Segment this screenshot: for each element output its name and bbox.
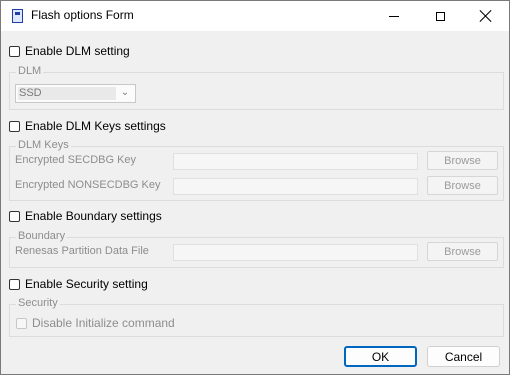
enable-boundary-label: Enable Boundary settings	[25, 209, 162, 223]
nonsecdbg-browse-button[interactable]: Browse	[427, 176, 498, 195]
disable-init-checkbox[interactable]	[16, 317, 27, 329]
enable-dlm-keys-label: Enable DLM Keys settings	[25, 119, 166, 133]
enable-dlm-label: Enable DLM setting	[25, 44, 130, 58]
secdbg-key-label: Encrypted SECDBG Key	[15, 154, 137, 166]
disable-init-label: Disable Initialize command	[32, 316, 175, 330]
chevron-down-icon: ⌄	[120, 87, 130, 98]
dlm-group-title: DLM	[16, 65, 44, 77]
nonsecdbg-key-input[interactable]	[173, 178, 418, 195]
enable-security-checkbox-row[interactable]: Enable Security setting	[9, 277, 148, 291]
cancel-button[interactable]: Cancel	[427, 346, 500, 367]
app-icon	[12, 9, 23, 23]
minimize-button[interactable]	[371, 1, 417, 31]
secdbg-key-input[interactable]	[173, 153, 418, 170]
flash-options-window: Flash options Form Enable DLM setting DL…	[0, 0, 510, 375]
enable-boundary-checkbox[interactable]	[9, 210, 20, 222]
dlm-select-value: SSD	[18, 87, 116, 100]
ok-button[interactable]: OK	[344, 346, 417, 367]
partition-file-input[interactable]	[173, 244, 418, 261]
dlm-keys-group-title: DLM Keys	[16, 139, 71, 151]
partition-browse-button[interactable]: Browse	[427, 242, 498, 261]
close-button[interactable]	[463, 1, 509, 31]
nonsecdbg-key-label: Encrypted NONSECDBG Key	[15, 179, 161, 191]
enable-boundary-checkbox-row[interactable]: Enable Boundary settings	[9, 209, 162, 223]
disable-init-checkbox-row[interactable]: Disable Initialize command	[16, 316, 175, 330]
security-group-title: Security	[16, 297, 60, 309]
window-title: Flash options Form	[31, 8, 134, 22]
enable-dlm-keys-checkbox[interactable]	[9, 120, 20, 132]
maximize-icon	[435, 11, 445, 21]
enable-security-label: Enable Security setting	[25, 277, 148, 291]
boundary-group-title: Boundary	[16, 230, 68, 242]
close-icon	[480, 10, 492, 22]
minimize-icon	[389, 15, 399, 17]
enable-dlm-checkbox[interactable]	[9, 45, 20, 57]
enable-dlm-checkbox-row[interactable]: Enable DLM setting	[9, 44, 130, 58]
secdbg-browse-button[interactable]: Browse	[427, 151, 498, 170]
title-bar[interactable]: Flash options Form	[1, 1, 509, 31]
maximize-button[interactable]	[417, 1, 463, 31]
enable-security-checkbox[interactable]	[9, 278, 20, 290]
enable-dlm-keys-checkbox-row[interactable]: Enable DLM Keys settings	[9, 119, 166, 133]
partition-file-label: Renesas Partition Data File	[15, 245, 149, 257]
dlm-select[interactable]: SSD ⌄	[15, 84, 136, 103]
